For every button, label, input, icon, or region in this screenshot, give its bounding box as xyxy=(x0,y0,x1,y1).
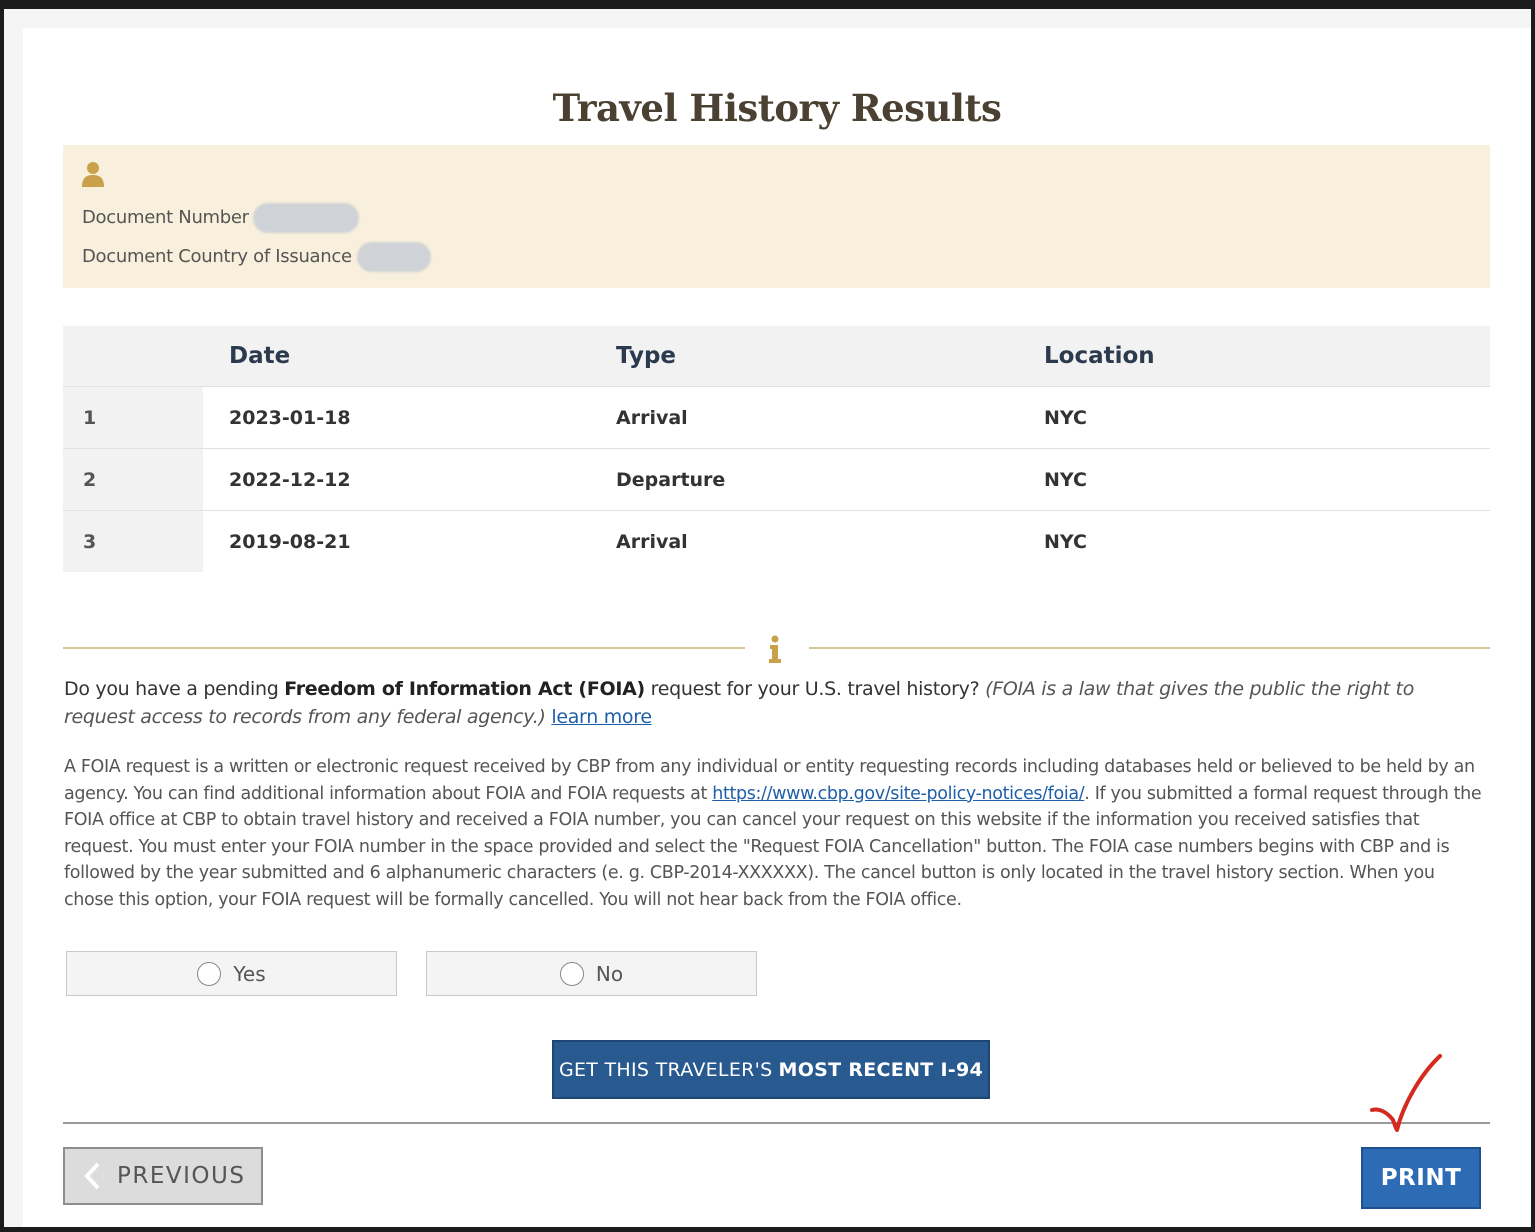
foia-no-option[interactable]: No xyxy=(426,951,757,996)
foia-question: Do you have a pending Freedom of Informa… xyxy=(64,675,1484,731)
row-type: Arrival xyxy=(616,510,1044,572)
row-location: NYC xyxy=(1044,448,1490,511)
info-icon xyxy=(769,635,781,663)
document-country-label: Document Country of Issuance : xyxy=(82,246,363,267)
foia-yes-option[interactable]: Yes xyxy=(66,951,397,996)
table-header-row: Date Type Location xyxy=(63,326,1490,387)
column-header-index xyxy=(63,326,203,387)
document-number-label: Document Number xyxy=(82,207,249,228)
row-index: 3 xyxy=(63,510,203,572)
no-label: No xyxy=(595,961,624,986)
foia-question-bold: Freedom of Information Act (FOIA) xyxy=(284,678,645,700)
previous-label: PREVIOUS xyxy=(117,1163,246,1189)
document-number-row: Document Number xyxy=(82,203,359,233)
document-info-panel: Document Number Document Country of Issu… xyxy=(63,145,1490,288)
table-row: 2 2022-12-12 Departure NYC xyxy=(63,448,1490,511)
cbp-foia-link[interactable]: https://www.cbp.gov/site-policy-notices/… xyxy=(712,784,1084,804)
page-title: Travel History Results xyxy=(552,86,1002,130)
foia-explanation: A FOIA request is a written or electroni… xyxy=(64,754,1489,914)
i94-button-bold: MOST RECENT I-94 xyxy=(778,1058,984,1081)
table-row: 3 2019-08-21 Arrival NYC xyxy=(63,510,1490,572)
footer-divider xyxy=(63,1122,1490,1124)
previous-button[interactable]: PREVIOUS xyxy=(63,1147,263,1205)
row-type: Departure xyxy=(616,448,1044,511)
document-number-redacted xyxy=(252,203,359,233)
divider-right xyxy=(809,647,1490,649)
row-index: 1 xyxy=(63,386,203,449)
chevron-left-icon xyxy=(84,1162,100,1190)
print-button[interactable]: PRINT xyxy=(1361,1147,1481,1209)
yes-radio[interactable] xyxy=(197,961,222,986)
row-date: 2022-12-12 xyxy=(203,448,616,511)
column-header-type: Type xyxy=(616,326,1044,387)
column-header-location: Location xyxy=(1044,326,1490,387)
table-row: 1 2023-01-18 Arrival NYC xyxy=(63,386,1490,449)
row-type: Arrival xyxy=(616,386,1044,449)
person-icon xyxy=(82,162,104,187)
row-location: NYC xyxy=(1044,510,1490,572)
row-location: NYC xyxy=(1044,386,1490,449)
i94-button-prefix: GET THIS TRAVELER'S xyxy=(558,1058,773,1081)
travel-history-table: Date Type Location 1 2023-01-18 Arrival … xyxy=(63,326,1490,572)
page: Travel History Results Document Number D… xyxy=(23,28,1531,1227)
foia-question-suffix: request for your U.S. travel history? xyxy=(644,678,986,700)
row-date: 2019-08-21 xyxy=(203,510,616,572)
learn-more-link[interactable]: learn more xyxy=(551,706,652,728)
foia-question-prefix: Do you have a pending xyxy=(64,678,285,700)
row-date: 2023-01-18 xyxy=(203,386,616,449)
yes-label: Yes xyxy=(233,961,266,986)
column-header-date: Date xyxy=(203,326,616,387)
row-index: 2 xyxy=(63,448,203,511)
checkmark-annotation xyxy=(1370,1054,1442,1132)
no-radio[interactable] xyxy=(559,961,584,986)
print-label: PRINT xyxy=(1380,1165,1462,1191)
divider-left xyxy=(63,647,745,649)
get-most-recent-i94-button[interactable]: GET THIS TRAVELER'S MOST RECENT I-94 xyxy=(552,1040,990,1099)
document-country-redacted xyxy=(356,242,431,272)
document-country-row: Document Country of Issuance : xyxy=(82,242,431,272)
